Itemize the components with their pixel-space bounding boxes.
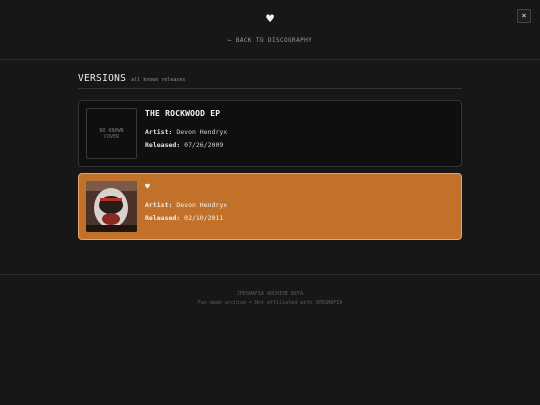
album-cover-image <box>86 181 137 232</box>
released-label: Released: <box>145 214 181 222</box>
page-footer: JPEGMAFIA ARCHIVE BETA Fan-made archive … <box>0 274 540 405</box>
released-value: 07/26/2009 <box>184 141 224 149</box>
no-cover-placeholder: NO KNOWN COVER <box>86 108 137 159</box>
artist-label: Artist: <box>145 201 173 209</box>
page-header: ♥ ← BACK TO DISCOGRAPHY × <box>0 0 540 60</box>
release-card-heart[interactable]: ♥ Artist: Devon Hendryx Released: 02/10/… <box>78 173 462 240</box>
release-title-heart-icon: ♥ <box>145 182 150 191</box>
release-title: THE ROCKWOOD EP <box>145 109 221 118</box>
footer-title: JPEGMAFIA ARCHIVE BETA <box>236 291 304 297</box>
artist-label: Artist: <box>145 128 173 136</box>
heart-logo-icon[interactable]: ♥ <box>0 12 540 27</box>
release-info: THE ROCKWOOD EP Artist: Devon Hendryx Re… <box>145 109 227 149</box>
section-subtitle: all known releases <box>131 77 186 83</box>
artist-value: Devon Hendryx <box>176 201 228 209</box>
section-header: VERSIONS all known releases <box>78 73 462 89</box>
versions-section: VERSIONS all known releases NO KNOWN COV… <box>78 60 462 240</box>
released-row: Released: 07/26/2009 <box>145 141 227 149</box>
close-button[interactable]: × <box>517 9 531 23</box>
released-label: Released: <box>145 141 181 149</box>
release-info: ♥ Artist: Devon Hendryx Released: 02/10/… <box>145 182 227 222</box>
back-to-discography-link[interactable]: ← BACK TO DISCOGRAPHY <box>0 37 540 44</box>
artist-row: Artist: Devon Hendryx <box>145 128 227 136</box>
released-row: Released: 02/10/2011 <box>145 214 227 222</box>
album-cover-art <box>86 181 137 232</box>
artist-row: Artist: Devon Hendryx <box>145 201 227 209</box>
released-value: 02/10/2011 <box>184 214 224 222</box>
footer-disclaimer: Fan-made archive • Not affiliated with J… <box>197 300 343 306</box>
artist-value: Devon Hendryx <box>176 128 228 136</box>
release-card-rockwood[interactable]: NO KNOWN COVER THE ROCKWOOD EP Artist: D… <box>78 100 462 167</box>
section-title: VERSIONS <box>78 73 127 84</box>
